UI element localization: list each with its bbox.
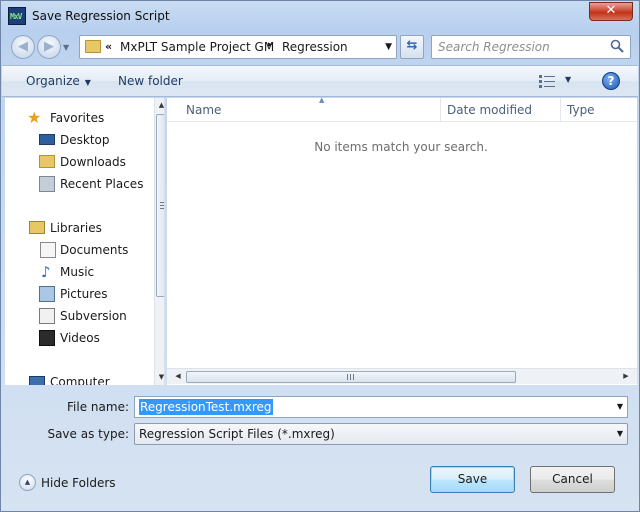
downloads-folder-icon [39, 155, 55, 168]
file-list-horizontal-scrollbar[interactable]: ◀ ▶ [167, 368, 637, 384]
forward-button[interactable]: ▶ [37, 35, 61, 59]
refresh-button[interactable]: ⇆ [400, 35, 424, 59]
nav-item-label: Favorites [50, 111, 105, 125]
pictures-icon [39, 286, 55, 302]
organize-button[interactable]: Organize ▼ [26, 74, 91, 88]
nav-item-desktop[interactable]: Desktop [5, 130, 151, 150]
column-label: Name [186, 103, 222, 117]
organize-dropdown-icon: ▼ [84, 78, 91, 87]
file-name-field[interactable]: RegressionTest.mxreg ▼ [134, 396, 628, 418]
scroll-thumb[interactable] [186, 371, 516, 383]
close-button[interactable]: ✕ [589, 2, 633, 21]
computer-icon [29, 376, 45, 385]
nav-item-label: Downloads [60, 155, 126, 169]
column-header-type[interactable]: Type [560, 98, 637, 122]
subversion-icon [39, 308, 55, 324]
breadcrumb-regression[interactable]: Regression [282, 40, 348, 54]
new-folder-button[interactable]: New folder [118, 74, 183, 88]
cancel-button[interactable]: Cancel [530, 466, 615, 493]
file-name-selected-text: RegressionTest.mxreg [139, 399, 273, 415]
file-name-dropdown-icon[interactable]: ▼ [617, 402, 623, 411]
nav-item-label: Documents [60, 243, 129, 257]
nav-item-documents[interactable]: Documents [5, 240, 151, 260]
navigation-bar: ◀ ▶ ▼ « MxPLT Sample Project GM ▸ Regres… [1, 33, 639, 61]
sort-ascending-icon: ▲ [319, 96, 325, 104]
nav-item-label: Recent Places [60, 177, 144, 191]
nav-item-favorites[interactable]: ★ Favorites [5, 108, 151, 128]
search-icon[interactable] [610, 39, 624, 53]
save-as-type-label: Save as type: [47, 427, 129, 441]
back-button[interactable]: ◀ [11, 35, 35, 59]
save-as-type-dropdown-icon[interactable]: ▼ [617, 429, 623, 438]
recent-locations-dropdown-icon[interactable]: ▼ [63, 43, 73, 53]
navigation-pane: ★ Favorites Desktop Downloads Recent Pla… [5, 98, 165, 385]
scroll-thumb[interactable] [156, 114, 164, 297]
star-icon: ★ [27, 108, 42, 127]
nav-item-pictures[interactable]: Pictures [5, 284, 151, 304]
address-dropdown-icon[interactable]: ▼ [385, 42, 392, 52]
save-as-type-select[interactable]: Regression Script Files (*.mxreg) ▼ [134, 423, 628, 445]
nav-item-libraries[interactable]: Libraries [5, 218, 151, 238]
recent-places-icon [39, 176, 55, 192]
organize-label: Organize [26, 74, 80, 88]
navigation-pane-scrollbar[interactable]: ▲ ▼ [154, 98, 164, 385]
nav-item-videos[interactable]: Videos [5, 328, 151, 348]
search-input[interactable] [438, 39, 603, 55]
app-icon: MxV [8, 7, 26, 25]
column-header-name[interactable]: ▲ Name [180, 96, 440, 122]
empty-list-message: No items match your search. [314, 140, 488, 154]
help-icon[interactable]: ? [602, 72, 620, 90]
refresh-icon: ⇆ [406, 38, 418, 53]
view-options-dropdown-icon[interactable]: ▼ [565, 75, 571, 84]
file-name-label: File name: [67, 400, 129, 414]
scroll-grip-icon [347, 374, 354, 380]
nav-item-label: Music [60, 265, 95, 279]
scroll-down-icon[interactable]: ▼ [155, 370, 164, 385]
nav-item-music[interactable]: ♪ Music [5, 262, 151, 282]
desktop-icon [39, 134, 55, 145]
nav-item-recent-places[interactable]: Recent Places [5, 174, 151, 194]
command-bar: Organize ▼ New folder ▼ ? [2, 65, 638, 97]
breadcrumb-separator-icon[interactable]: ▸ [268, 40, 273, 50]
nav-item-label: Desktop [60, 133, 110, 147]
breadcrumb-overflow-icon[interactable]: « [105, 40, 112, 53]
save-dialog-window: MxV Save Regression Script ✕ ◀ ▶ ▼ « MxP… [0, 0, 640, 512]
title-bar: MxV Save Regression Script ✕ [1, 1, 639, 31]
videos-icon [39, 330, 55, 346]
address-bar[interactable]: « MxPLT Sample Project GM ▸ Regression ▼ [79, 35, 397, 59]
scroll-up-icon[interactable]: ▲ [155, 98, 164, 113]
collapse-up-icon: ▲ [19, 474, 36, 491]
search-box[interactable] [431, 35, 631, 59]
scroll-grip-icon [160, 202, 164, 209]
nav-item-downloads[interactable]: Downloads [5, 152, 151, 172]
folder-icon [85, 40, 101, 53]
nav-item-label: Subversion [60, 309, 127, 323]
save-button[interactable]: Save [430, 466, 515, 493]
nav-item-subversion[interactable]: Subversion [5, 306, 151, 326]
window-title: Save Regression Script [32, 9, 170, 23]
documents-icon [40, 242, 56, 258]
scroll-left-icon[interactable]: ◀ [171, 369, 185, 384]
breadcrumb-project[interactable]: MxPLT Sample Project GM [120, 40, 274, 54]
change-view-icon[interactable] [539, 75, 555, 88]
column-header-date-modified[interactable]: Date modified [440, 98, 560, 122]
music-icon: ♪ [41, 263, 51, 281]
scroll-right-icon[interactable]: ▶ [619, 369, 633, 384]
save-as-type-value: Regression Script Files (*.mxreg) [139, 427, 335, 441]
libraries-icon [29, 221, 45, 234]
column-header: ▲ Name Date modified Type [167, 96, 637, 122]
hide-folders-label: Hide Folders [41, 476, 116, 490]
nav-item-label: Computer [50, 375, 110, 385]
nav-item-label: Pictures [60, 287, 108, 301]
file-list[interactable]: ▲ Name Date modified Type No items match… [167, 96, 637, 385]
nav-item-computer[interactable]: Computer [5, 372, 151, 385]
nav-item-label: Videos [60, 331, 100, 345]
nav-item-label: Libraries [50, 221, 102, 235]
